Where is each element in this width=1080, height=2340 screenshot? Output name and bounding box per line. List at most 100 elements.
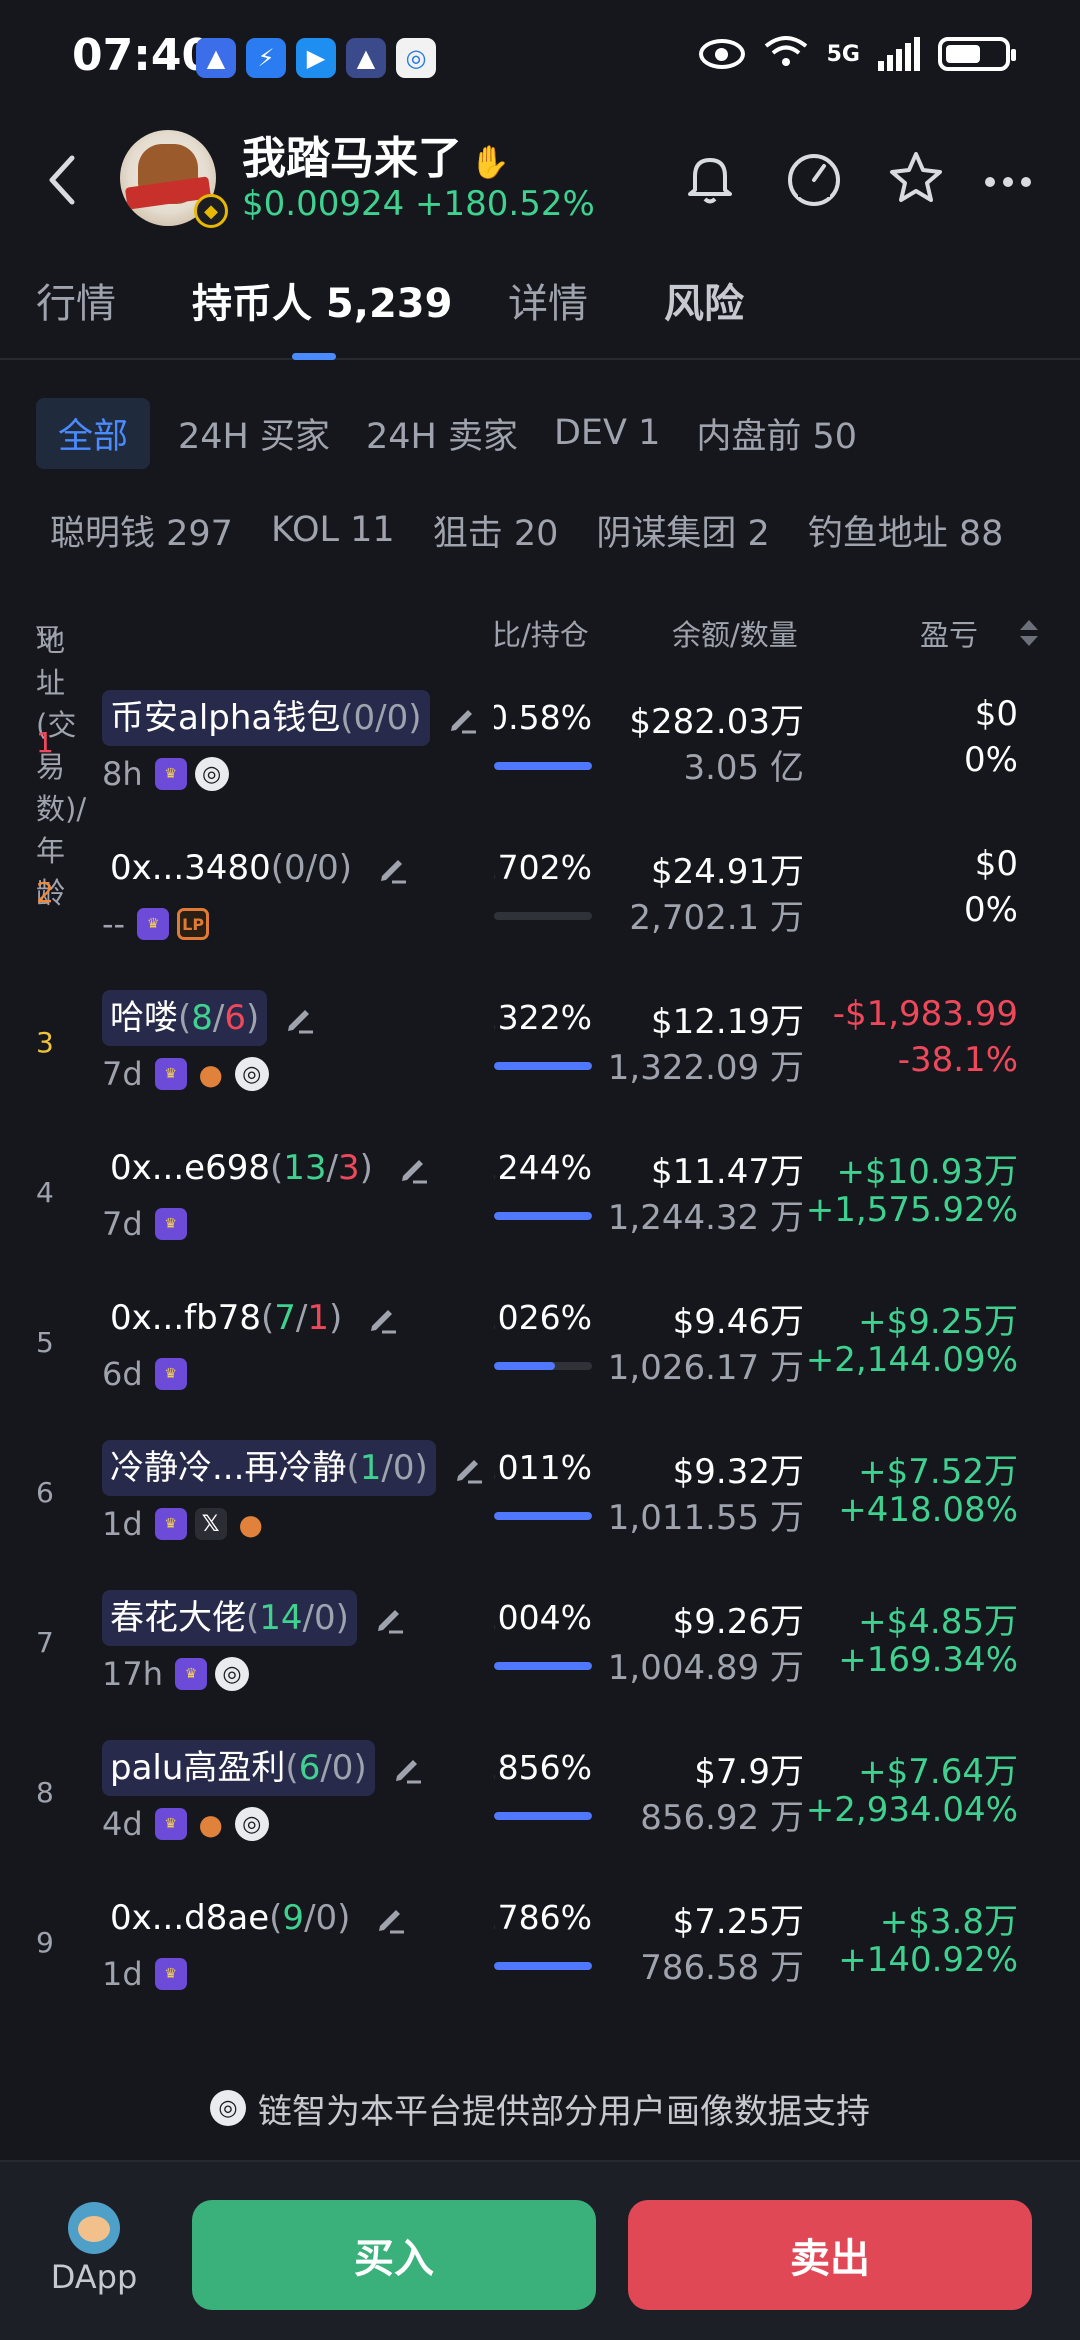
table-row[interactable]: 9 0x...d8ae(9/0) 1d ♛ .786% $7.25万 786.5… bbox=[0, 1880, 1080, 2030]
table-row[interactable]: 5 0x...fb78(7/1) 6d ♛ .026% $9.46万 1,026… bbox=[0, 1280, 1080, 1430]
sell-button[interactable]: 卖出 bbox=[628, 2200, 1032, 2310]
holding-pct-wrap: .786% bbox=[494, 1892, 598, 1942]
holder-age: 7d bbox=[102, 1205, 143, 1243]
table-row[interactable]: 7 春花大佬(14/0) 17h ♛ ◎ .004% $9.26万 1,004.… bbox=[0, 1580, 1080, 1730]
filter-all[interactable]: 全部 bbox=[36, 397, 151, 469]
top-holder-icon: ♛ bbox=[154, 1058, 187, 1090]
holder-name[interactable]: 0x...fb78(7/1) bbox=[102, 1290, 350, 1346]
holding-pct-wrap: .856% bbox=[494, 1742, 598, 1792]
balance-value: $7.9万 bbox=[694, 1752, 804, 1792]
holder-name[interactable]: 0x...3480(0/0) bbox=[102, 840, 360, 896]
holder-name[interactable]: 哈喽(8/6) bbox=[102, 990, 268, 1046]
chainzhi-icon: ◎ bbox=[210, 2090, 246, 2126]
hand-wave-icon: ✋ bbox=[470, 143, 510, 181]
edit-icon[interactable] bbox=[371, 1600, 407, 1636]
top-holder-icon: ♛ bbox=[154, 1808, 187, 1840]
x-twitter-icon: 𝕏 bbox=[194, 1508, 227, 1540]
balance-value: $9.32万 bbox=[672, 1452, 804, 1492]
filter-24h-buyers[interactable]: 24H 买家 bbox=[178, 398, 330, 469]
holding-bar bbox=[494, 762, 592, 770]
balance-qty: 1,004.89 万 bbox=[607, 1648, 804, 1688]
top-holder-icon: ♛ bbox=[175, 1658, 207, 1690]
tab-bar: 行情 持币人 5,239 详情 风险 bbox=[0, 265, 1080, 360]
tab-risk[interactable]: 风险 bbox=[664, 271, 744, 329]
tab-holders[interactable]: 持币人 5,239 bbox=[192, 271, 452, 329]
holding-bar bbox=[494, 1062, 592, 1070]
pnl-pct: +418.08% bbox=[838, 1490, 1018, 1530]
filter-sniper[interactable]: 狙击 20 bbox=[433, 495, 559, 566]
edit-icon[interactable] bbox=[450, 1450, 486, 1486]
table-row[interactable]: 3 哈喽(8/6) 7d ♛ ● ◎ .322% $12.19万 1,322.0… bbox=[0, 980, 1080, 1130]
holder-age: -- bbox=[102, 905, 126, 943]
app-notification-icon: ◎ bbox=[396, 38, 436, 78]
holder-name-wrap: palu高盈利(6/0) bbox=[102, 1740, 425, 1796]
holder-name[interactable]: 币安alpha钱包(0/0) bbox=[102, 690, 430, 746]
holder-name[interactable]: 0x...e698(13/3) bbox=[102, 1140, 381, 1196]
holder-meta: 1d ♛ 𝕏 ● bbox=[102, 1502, 267, 1546]
holder-meta: 1d ♛ bbox=[102, 1952, 187, 1996]
holding-pct: .322% bbox=[494, 998, 592, 1037]
dapp-button[interactable]: DApp bbox=[46, 2202, 142, 2296]
holder-age: 6d bbox=[102, 1355, 143, 1393]
table-row[interactable]: 1 币安alpha钱包(0/0) 8h ♛ ◎ 0.58% $282.03万 3… bbox=[0, 680, 1080, 830]
app-notification-icon: ▶ bbox=[296, 38, 336, 78]
filter-kol[interactable]: KOL 11 bbox=[271, 500, 395, 560]
filter-smart-money[interactable]: 聪明钱 297 bbox=[50, 495, 233, 566]
gauge-icon[interactable] bbox=[784, 148, 844, 208]
balance-qty: 856.92 万 bbox=[640, 1798, 804, 1838]
row-rank: 1 bbox=[36, 726, 54, 759]
filter-24h-sellers[interactable]: 24H 卖家 bbox=[366, 398, 518, 469]
table-row[interactable]: 6 冷静冷...再冷静(1/0) 1d ♛ 𝕏 ● .011% $9.32万 1… bbox=[0, 1430, 1080, 1580]
holder-name[interactable]: 冷静冷...再冷静(1/0) bbox=[102, 1440, 436, 1496]
holder-name[interactable]: palu高盈利(6/0) bbox=[102, 1740, 375, 1796]
holder-name-wrap: 春花大佬(14/0) bbox=[102, 1590, 407, 1646]
edit-icon[interactable] bbox=[389, 1750, 425, 1786]
holding-pct-wrap: 0.58% bbox=[494, 692, 598, 742]
token-name-line: 我踏马来了 ✋ bbox=[242, 122, 510, 186]
row-rank: 5 bbox=[36, 1326, 54, 1359]
buy-button[interactable]: 买入 bbox=[192, 2200, 596, 2310]
holder-name-wrap: 0x...d8ae(9/0) bbox=[102, 1890, 408, 1946]
back-icon[interactable] bbox=[42, 150, 82, 220]
filter-phishing[interactable]: 钓鱼地址 88 bbox=[808, 495, 1004, 566]
row-rank: 4 bbox=[36, 1176, 54, 1209]
system-indicators: 5G bbox=[698, 34, 1016, 74]
balance-value: $11.47万 bbox=[651, 1152, 804, 1192]
money-bag-icon: ● bbox=[198, 1807, 223, 1841]
holders-table-header: 地址(交易数)/年龄 ▽ 比/持仓 余额/数量 盈亏 bbox=[0, 606, 1080, 910]
pnl-value: +$7.64万 bbox=[858, 1752, 1018, 1792]
chainzhi-icon: ◎ bbox=[234, 1057, 269, 1091]
holder-name[interactable]: 春花大佬(14/0) bbox=[102, 1590, 357, 1646]
top-holder-icon: ♛ bbox=[154, 1358, 187, 1390]
filter-funnel-icon[interactable]: ▽ bbox=[36, 618, 58, 652]
holder-age: 1d bbox=[102, 1505, 143, 1543]
table-row[interactable]: 8 palu高盈利(6/0) 4d ♛ ● ◎ .856% $7.9万 856.… bbox=[0, 1730, 1080, 1880]
balance-value: $9.26万 bbox=[672, 1602, 804, 1642]
top-holder-icon: ♛ bbox=[154, 1958, 187, 1990]
edit-icon[interactable] bbox=[364, 1300, 400, 1336]
holding-pct: .244% bbox=[494, 1148, 592, 1187]
balance-qty: 1,322.09 万 bbox=[607, 1048, 804, 1088]
edit-icon[interactable] bbox=[395, 1150, 431, 1186]
edit-icon[interactable] bbox=[444, 700, 480, 736]
bell-icon[interactable] bbox=[680, 148, 740, 208]
header-pnl[interactable]: 盈亏 bbox=[920, 612, 978, 654]
table-row[interactable]: 2 0x...3480(0/0) -- ♛ LP .702% $24.91万 2… bbox=[0, 830, 1080, 980]
edit-icon[interactable] bbox=[374, 850, 410, 886]
balance-qty: 1,011.55 万 bbox=[607, 1498, 804, 1538]
tab-details[interactable]: 详情 bbox=[508, 271, 588, 329]
balance-qty: 1,026.17 万 bbox=[607, 1348, 804, 1388]
edit-icon[interactable] bbox=[372, 1900, 408, 1936]
holder-meta: 7d ♛ bbox=[102, 1202, 187, 1246]
filter-dev[interactable]: DEV 1 bbox=[554, 403, 660, 463]
row-rank: 6 bbox=[36, 1476, 54, 1509]
table-row[interactable]: 4 0x...e698(13/3) 7d ♛ .244% $11.47万 1,2… bbox=[0, 1130, 1080, 1280]
filter-top50[interactable]: 内盘前 50 bbox=[696, 398, 857, 469]
star-icon[interactable] bbox=[886, 148, 946, 208]
more-icon[interactable] bbox=[980, 148, 1040, 208]
filter-cabal[interactable]: 阴谋集团 2 bbox=[596, 495, 769, 566]
holder-name[interactable]: 0x...d8ae(9/0) bbox=[102, 1890, 358, 1946]
tab-market[interactable]: 行情 bbox=[36, 271, 116, 329]
edit-icon[interactable] bbox=[281, 1000, 317, 1036]
sort-icon[interactable] bbox=[1016, 616, 1042, 650]
